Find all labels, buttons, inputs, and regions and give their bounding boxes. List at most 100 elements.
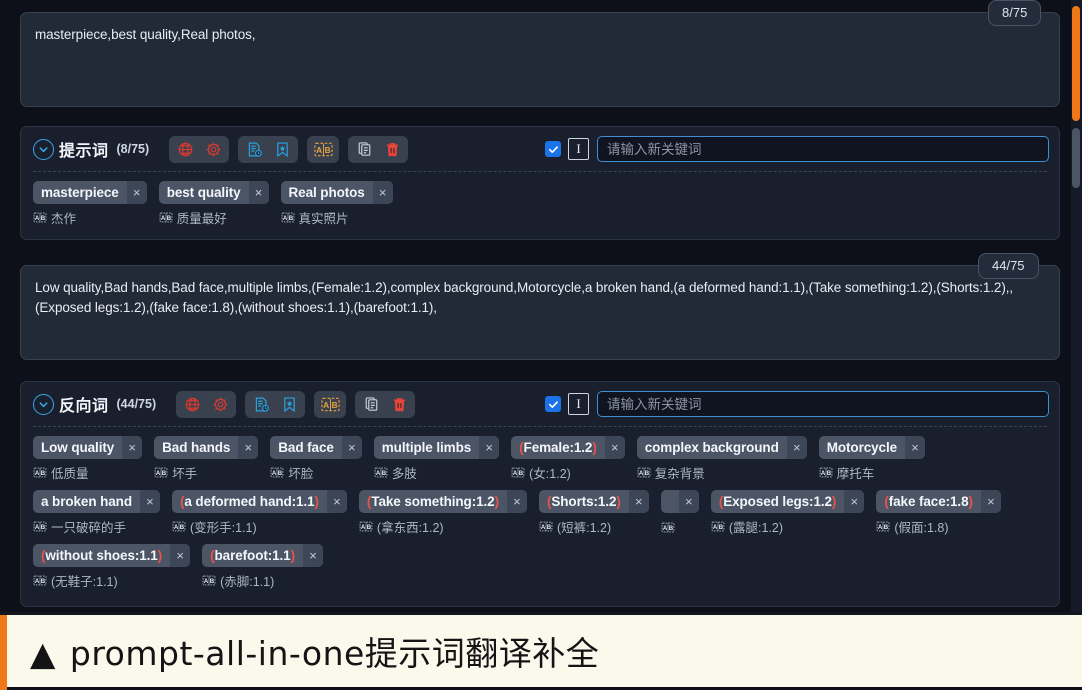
positive-tag-chip[interactable]: Real photos × xyxy=(280,181,393,204)
negative-tag-chip[interactable]: (Exposed legs:1.2) × xyxy=(710,490,865,513)
remove-tag-icon[interactable]: × xyxy=(372,181,393,204)
positive-section-header: 提示词 (8/75) A B I 请输入新关键词 xyxy=(21,127,1059,171)
caption-marker-icon: ▲ xyxy=(30,634,56,673)
tag-cell: Motorcycle × A B 摩托车 xyxy=(818,436,926,482)
remove-tag-icon[interactable]: × xyxy=(506,490,527,513)
chevron-down-circle-icon[interactable] xyxy=(33,393,54,415)
negative-tag-chip[interactable]: Bad hands × xyxy=(154,436,259,459)
svg-text:A: A xyxy=(316,144,322,154)
remove-tag-icon[interactable]: × xyxy=(170,544,191,567)
negative-tag-chip[interactable]: (Female:1.2) × xyxy=(511,436,625,459)
remove-tag-icon[interactable]: × xyxy=(303,544,324,567)
positive-edit-group xyxy=(348,135,409,163)
negative-enable-checkbox[interactable] xyxy=(545,396,561,412)
svg-text:B: B xyxy=(180,525,185,531)
trash-icon[interactable] xyxy=(379,138,405,161)
trash-icon[interactable] xyxy=(386,393,412,416)
tag-translation-row: A B 多肢 xyxy=(374,463,499,482)
remove-tag-icon[interactable]: × xyxy=(326,490,347,513)
svg-text:B: B xyxy=(41,579,46,585)
positive-tag-chip[interactable]: best quality × xyxy=(158,181,269,204)
negative-tag-chip[interactable]: (without shoes:1.1) × xyxy=(33,544,191,567)
remove-tag-icon[interactable]: × xyxy=(905,436,926,459)
chevron-down-circle-icon[interactable] xyxy=(33,138,54,160)
positive-prompt-textarea[interactable]: masterpiece,best quality,Real photos, xyxy=(20,12,1060,107)
tag-translation: (女:1.2) xyxy=(529,467,571,481)
remove-tag-icon[interactable]: × xyxy=(248,181,269,204)
svg-text:A: A xyxy=(361,525,366,531)
negative-section-header: 反向词 (44/75) A B I 请输入新关键词 xyxy=(21,382,1059,426)
negative-prompt-textarea[interactable]: Low quality,Bad hands,Bad face,multiple … xyxy=(20,265,1060,360)
bookmark-star-icon[interactable] xyxy=(269,138,295,161)
negative-tag-chip[interactable]: complex background × xyxy=(636,436,807,459)
tag-label: a broken hand xyxy=(41,494,132,509)
negative-tag-chip[interactable]: (Shorts:1.2) × xyxy=(538,490,649,513)
negative-tag-chip[interactable]: Low quality × xyxy=(33,436,143,459)
negative-tag-chip[interactable]: (Take something:1.2) × xyxy=(358,490,527,513)
tag-translation-row: A B 坏脸 xyxy=(270,463,361,482)
negative-new-keyword-input[interactable] xyxy=(597,391,1049,417)
positive-enable-checkbox[interactable] xyxy=(545,141,561,157)
remove-tag-icon[interactable]: × xyxy=(604,436,625,459)
ab-translate-icon: AB xyxy=(33,212,47,223)
svg-text:A: A xyxy=(35,471,40,477)
ab-translate-icon: AB xyxy=(281,212,294,223)
tag-translation-row: A B 低质量 xyxy=(33,463,142,482)
page-scrollbar-thumb[interactable] xyxy=(1072,6,1080,121)
positive-new-keyword-input[interactable] xyxy=(597,136,1049,162)
remove-tag-icon[interactable]: × xyxy=(980,490,1001,513)
document-history-icon[interactable] xyxy=(248,393,274,416)
negative-tag-chip[interactable]: a broken hand × xyxy=(33,490,160,513)
ab-translate-icon[interactable]: A B xyxy=(310,138,336,161)
negative-tag-chip[interactable]: Motorcycle × xyxy=(818,436,926,459)
positive-prompt-text: masterpiece,best quality,Real photos, xyxy=(35,27,256,42)
document-history-icon[interactable] xyxy=(241,138,267,161)
text-cursor-icon[interactable]: I xyxy=(568,138,589,160)
svg-text:B: B xyxy=(719,525,724,531)
positive-tag-chip[interactable]: masterpiece × xyxy=(33,181,147,204)
tag-translation: 真实照片 xyxy=(298,212,349,226)
ab-translate-icon: AB xyxy=(819,467,833,478)
ab-translate-icon[interactable]: A B xyxy=(317,393,343,416)
negative-tag-chip[interactable]: × xyxy=(660,490,699,513)
copy-icon[interactable] xyxy=(351,138,377,161)
remove-tag-icon[interactable]: × xyxy=(844,490,865,513)
gear-icon[interactable] xyxy=(200,138,226,161)
svg-text:B: B xyxy=(166,216,171,222)
svg-text:A: A xyxy=(513,471,518,477)
remove-tag-icon[interactable]: × xyxy=(126,181,147,204)
ab-translate-icon: AB xyxy=(539,521,553,532)
remove-tag-icon[interactable]: × xyxy=(678,490,699,513)
gear-icon[interactable] xyxy=(207,393,233,416)
tag-cell: (Female:1.2) × A B (女:1.2) xyxy=(511,436,625,482)
page-scrollbar-thumb-secondary[interactable] xyxy=(1072,128,1080,188)
page-scrollbar-track[interactable] xyxy=(1071,0,1082,687)
svg-text:A: A xyxy=(156,471,161,477)
globe-icon[interactable] xyxy=(172,138,198,161)
remove-tag-icon[interactable]: × xyxy=(341,436,362,459)
copy-icon[interactable] xyxy=(358,393,384,416)
remove-tag-icon[interactable]: × xyxy=(139,490,160,513)
ab-translate-icon: AB xyxy=(270,467,284,478)
remove-tag-icon[interactable]: × xyxy=(479,436,500,459)
bookmark-star-icon[interactable] xyxy=(276,393,302,416)
caption-accent-bar xyxy=(0,615,7,690)
ab-translate-icon: AB xyxy=(711,521,725,532)
remove-tag-icon[interactable]: × xyxy=(628,490,649,513)
negative-tag-chip[interactable]: (fake face:1.8) × xyxy=(876,490,1001,513)
negative-tag-chip[interactable]: (a deformed hand:1.1) × xyxy=(171,490,347,513)
globe-icon[interactable] xyxy=(179,393,205,416)
text-cursor-icon[interactable]: I xyxy=(568,393,589,415)
svg-text:B: B xyxy=(884,525,889,531)
remove-tag-icon[interactable]: × xyxy=(238,436,259,459)
tag-label: Bad hands xyxy=(162,440,231,455)
negative-tag-chip[interactable]: (barefoot:1.1) × xyxy=(202,544,324,567)
svg-text:B: B xyxy=(41,216,46,222)
tag-label: (fake face:1.8) xyxy=(884,494,973,509)
tag-translation-row: A B (变形手:1.1) xyxy=(172,517,347,536)
remove-tag-icon[interactable]: × xyxy=(122,436,143,459)
positive-header-right: I xyxy=(545,136,1049,162)
negative-tag-chip[interactable]: multiple limbs × xyxy=(373,436,500,459)
remove-tag-icon[interactable]: × xyxy=(786,436,807,459)
negative-tag-chip[interactable]: Bad face × xyxy=(270,436,362,459)
